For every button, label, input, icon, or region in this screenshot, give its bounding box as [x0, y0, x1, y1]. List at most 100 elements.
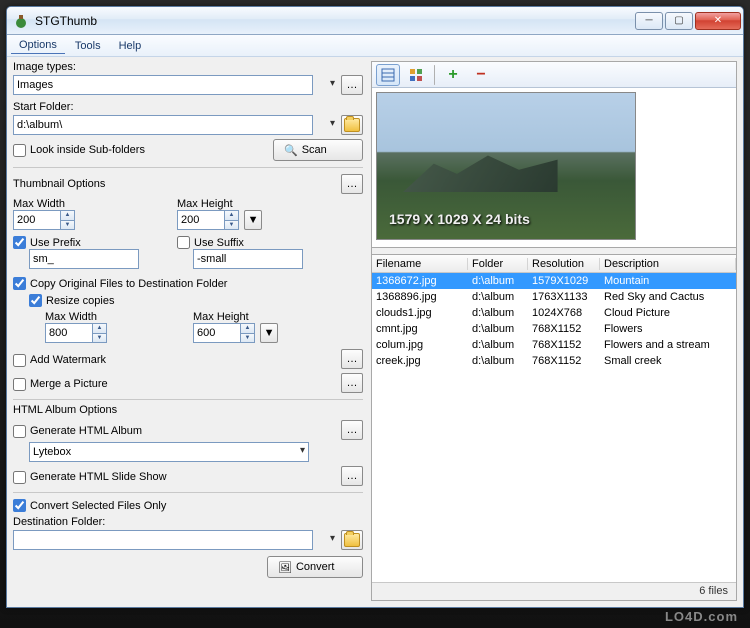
cell-description: Flowers	[600, 323, 736, 335]
look-inside-checkbox[interactable]	[13, 144, 26, 157]
watermark-more-button[interactable]: …	[341, 349, 363, 369]
copy-max-width-label: Max Width	[45, 311, 97, 323]
table-row[interactable]: cmnt.jpgd:\album768X1152Flowers	[372, 321, 736, 337]
spin-up-icon[interactable]: ▲	[61, 210, 75, 220]
col-folder[interactable]: Folder	[468, 258, 528, 270]
remove-button[interactable]: −	[469, 64, 493, 86]
image-types-more-button[interactable]: …	[341, 75, 363, 95]
table-row[interactable]: clouds1.jpgd:\album1024X768Cloud Picture	[372, 305, 736, 321]
copy-max-width-input[interactable]	[45, 323, 93, 343]
scan-icon: 🔍	[284, 144, 298, 157]
status-bar: 6 files	[372, 582, 736, 600]
suffix-input[interactable]	[193, 249, 303, 269]
use-suffix-checkbox[interactable]	[177, 236, 190, 249]
minus-icon: −	[476, 66, 485, 84]
view-thumbnails-button[interactable]	[404, 64, 428, 86]
copy-original-label: Copy Original Files to Destination Folde…	[30, 278, 227, 290]
copy-max-width-spinner[interactable]: ▲▼	[45, 323, 107, 343]
dest-folder-combo[interactable]: d:\album\test	[13, 530, 313, 550]
cell-resolution: 768X1152	[528, 355, 600, 367]
thumb-max-height-label: Max Height	[177, 198, 233, 210]
cell-filename: 1368672.jpg	[372, 275, 468, 287]
col-resolution[interactable]: Resolution	[528, 258, 600, 270]
thumb-max-height-spinner[interactable]: ▲▼	[177, 210, 239, 230]
table-row[interactable]: colum.jpgd:\album768X1152Flowers and a s…	[372, 337, 736, 353]
thumb-options-more-button[interactable]: …	[341, 174, 363, 194]
file-list[interactable]: Filename Folder Resolution Description 1…	[372, 254, 736, 582]
start-folder-combo[interactable]: d:\album\	[13, 115, 313, 135]
toolbar-separator	[434, 65, 435, 85]
copy-original-checkbox[interactable]	[13, 277, 26, 290]
convert-button[interactable]: 🖼 Convert	[267, 556, 363, 578]
use-suffix-label: Use Suffix	[194, 237, 244, 249]
menubar: Options Tools Help	[7, 35, 743, 57]
cell-resolution: 768X1152	[528, 323, 600, 335]
menu-tools[interactable]: Tools	[67, 38, 109, 54]
thumb-max-width-spinner[interactable]: ▲▼	[13, 210, 75, 230]
copy-max-height-spinner[interactable]: ▲▼	[193, 323, 255, 343]
copy-height-dropdown-button[interactable]: ▼	[260, 323, 278, 343]
dest-folder-label: Destination Folder:	[13, 516, 363, 528]
preview-toolbar: + −	[372, 62, 736, 88]
add-watermark-label: Add Watermark	[30, 354, 106, 366]
gen-html-album-checkbox[interactable]	[13, 425, 26, 438]
minimize-button[interactable]: ─	[635, 12, 663, 30]
convert-icon: 🖼	[278, 561, 292, 574]
cell-resolution: 1024X768	[528, 307, 600, 319]
col-description[interactable]: Description	[600, 258, 736, 270]
spin-up-icon[interactable]: ▲	[241, 323, 255, 333]
thumb-max-width-input[interactable]	[13, 210, 61, 230]
cell-description: Flowers and a stream	[600, 339, 736, 351]
spin-down-icon[interactable]: ▼	[225, 220, 239, 231]
table-row[interactable]: 1368896.jpgd:\album1763X1133Red Sky and …	[372, 289, 736, 305]
resize-copies-checkbox[interactable]	[29, 294, 42, 307]
menu-help[interactable]: Help	[111, 38, 150, 54]
browse-start-folder-button[interactable]	[341, 115, 363, 135]
image-types-combo[interactable]: Images	[13, 75, 313, 95]
spin-up-icon[interactable]: ▲	[93, 323, 107, 333]
prefix-input[interactable]	[29, 249, 139, 269]
use-prefix-checkbox[interactable]	[13, 236, 26, 249]
spin-down-icon[interactable]: ▼	[61, 220, 75, 231]
browse-dest-folder-button[interactable]	[341, 530, 363, 550]
table-row[interactable]: 1368672.jpgd:\album1579X1029Mountain	[372, 273, 736, 289]
image-types-label: Image types:	[13, 61, 363, 73]
image-preview: 1579 X 1029 X 24 bits	[372, 88, 736, 248]
cell-folder: d:\album	[468, 291, 528, 303]
cell-description: Small creek	[600, 355, 736, 367]
copy-max-height-input[interactable]	[193, 323, 241, 343]
view-details-button[interactable]	[376, 64, 400, 86]
gen-html-album-label: Generate HTML Album	[30, 425, 142, 437]
spin-down-icon[interactable]: ▼	[241, 333, 255, 344]
folder-icon	[344, 118, 360, 132]
add-watermark-checkbox[interactable]	[13, 354, 26, 367]
cell-resolution: 768X1152	[528, 339, 600, 351]
col-filename[interactable]: Filename	[372, 258, 468, 270]
cell-filename: clouds1.jpg	[372, 307, 468, 319]
spin-up-icon[interactable]: ▲	[225, 210, 239, 220]
close-button[interactable]: ✕	[695, 12, 741, 30]
scan-button[interactable]: 🔍 Scan	[273, 139, 363, 161]
merge-picture-checkbox[interactable]	[13, 378, 26, 391]
menu-options[interactable]: Options	[11, 37, 65, 54]
gen-html-slide-checkbox[interactable]	[13, 471, 26, 484]
maximize-button[interactable]: ▢	[665, 12, 693, 30]
spin-down-icon[interactable]: ▼	[93, 333, 107, 344]
html-slide-more-button[interactable]: …	[341, 466, 363, 486]
convert-selected-checkbox[interactable]	[13, 499, 26, 512]
cell-folder: d:\album	[468, 275, 528, 287]
cell-resolution: 1579X1029	[528, 275, 600, 287]
cell-folder: d:\album	[468, 339, 528, 351]
html-album-more-button[interactable]: …	[341, 420, 363, 440]
thumb-height-dropdown-button[interactable]: ▼	[244, 210, 262, 230]
titlebar: STGThumb ─ ▢ ✕	[7, 7, 743, 35]
preview-thumbnail: 1579 X 1029 X 24 bits	[376, 92, 636, 240]
thumb-max-height-input[interactable]	[177, 210, 225, 230]
table-row[interactable]: creek.jpgd:\album768X1152Small creek	[372, 353, 736, 369]
add-button[interactable]: +	[441, 64, 465, 86]
lytebox-combo[interactable]: Lytebox	[29, 442, 309, 462]
merge-picture-more-button[interactable]: …	[341, 373, 363, 393]
window-title: STGThumb	[35, 14, 633, 28]
site-watermark: LO4D.com	[665, 609, 738, 624]
cell-description: Red Sky and Cactus	[600, 291, 736, 303]
